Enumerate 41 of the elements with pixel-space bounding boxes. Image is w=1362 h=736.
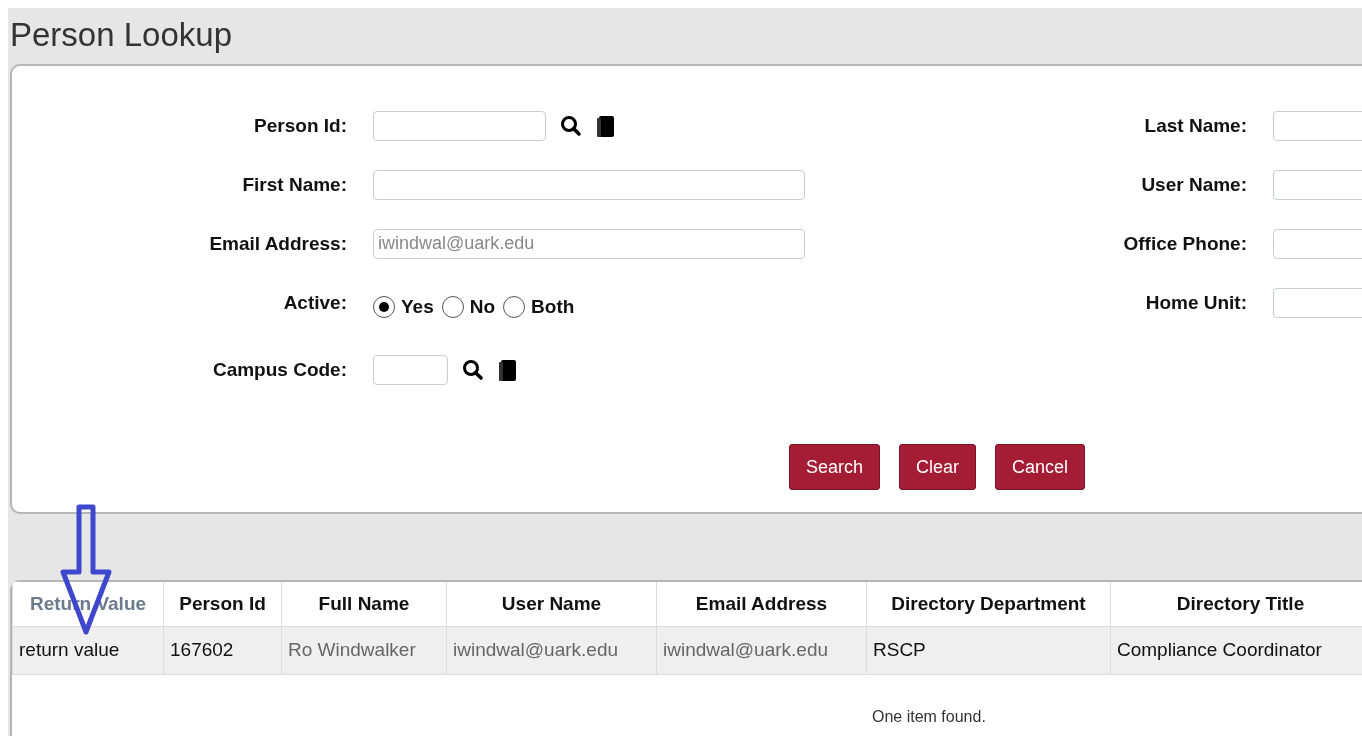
table-cell: iwindwal@uark.edu bbox=[656, 626, 867, 674]
radio-label: Both bbox=[531, 295, 575, 318]
field-label: Email Address: bbox=[209, 232, 347, 255]
table-cell: Ro Windwalker bbox=[281, 626, 447, 674]
column-header[interactable]: Full Name bbox=[281, 582, 447, 626]
action-button[interactable]: Cancel bbox=[995, 444, 1086, 490]
text-field[interactable] bbox=[373, 110, 546, 141]
table-cell: 167602 bbox=[163, 626, 282, 674]
radio-button[interactable] bbox=[373, 295, 395, 318]
text-field[interactable]: iwindwal@uark.edu bbox=[373, 228, 805, 259]
radio-button[interactable] bbox=[441, 295, 464, 318]
field-label: Active: bbox=[283, 291, 347, 314]
column-header[interactable]: Directory Title bbox=[1110, 582, 1362, 626]
status-text: One item found. bbox=[872, 707, 987, 726]
column-header[interactable]: Person Id bbox=[163, 582, 282, 626]
field-label: Home Unit: bbox=[1145, 291, 1247, 314]
field-label: User Name: bbox=[1141, 173, 1247, 196]
column-header[interactable]: Directory Department bbox=[866, 582, 1111, 626]
search-icon[interactable] bbox=[462, 358, 484, 381]
table-cell: RSCP bbox=[866, 626, 1111, 674]
radio-label: Yes bbox=[401, 295, 434, 318]
radio-label: No bbox=[469, 295, 496, 318]
search-icon[interactable] bbox=[560, 114, 582, 137]
book-icon[interactable] bbox=[596, 113, 616, 138]
table-cell: iwindwal@uark.edu bbox=[446, 626, 657, 674]
column-header[interactable]: Email Address bbox=[656, 582, 867, 626]
page-title: Person Lookup bbox=[9, 15, 233, 55]
field-label: Last Name: bbox=[1144, 114, 1247, 137]
book-icon[interactable] bbox=[498, 357, 518, 382]
table-cell: return value bbox=[12, 626, 164, 674]
text-field[interactable] bbox=[373, 169, 805, 200]
column-header[interactable]: User Name bbox=[446, 582, 657, 626]
field-label: Person Id: bbox=[254, 114, 347, 137]
radio-button[interactable] bbox=[503, 295, 526, 318]
field-label: Campus Code: bbox=[212, 358, 347, 381]
field-label: Office Phone: bbox=[1123, 232, 1247, 255]
action-button[interactable]: Search bbox=[789, 444, 881, 490]
action-button[interactable]: Clear bbox=[899, 444, 977, 490]
table-cell: Compliance Coordinator bbox=[1110, 626, 1362, 674]
text-field[interactable] bbox=[373, 354, 448, 385]
field-label: First Name: bbox=[242, 173, 347, 196]
